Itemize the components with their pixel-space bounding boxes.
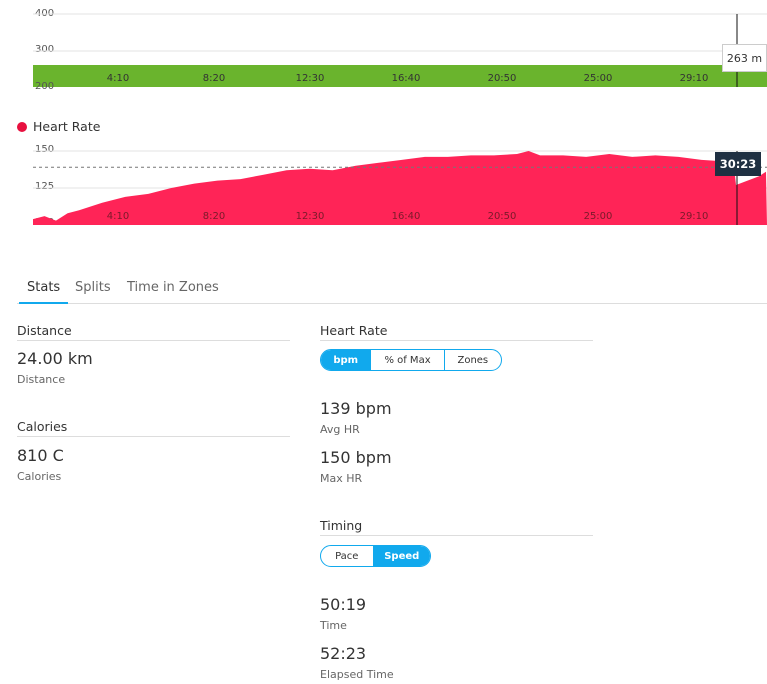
hr-unit-zones-button[interactable]: Zones xyxy=(445,350,501,370)
time-value: 50:19 xyxy=(320,595,367,614)
elevation-x-tick: 12:30 xyxy=(295,73,325,84)
avg-hr-value: 139 bpm xyxy=(320,399,392,418)
stats-tabs: Stats Splits Time in Zones xyxy=(17,272,767,304)
hr-unit-bpm-button[interactable]: bpm xyxy=(321,350,372,370)
tab-time-in-zones[interactable]: Time in Zones xyxy=(127,280,219,295)
hr-legend[interactable]: Heart Rate xyxy=(17,119,100,134)
hr-x-tick: 12:30 xyxy=(295,211,325,222)
hr-unit-toggle: bpm % of Max Zones xyxy=(320,349,502,371)
timing-speed-button[interactable]: Speed xyxy=(373,546,430,566)
elevation-plot[interactable] xyxy=(0,0,767,100)
hr-legend-label: Heart Rate xyxy=(33,119,101,134)
hr-cursor-time: 30:23 xyxy=(719,157,757,171)
max-hr-value: 150 bpm xyxy=(320,448,392,467)
avg-hr-label: Avg HR xyxy=(320,423,360,436)
elapsed-time-value: 52:23 xyxy=(320,644,367,663)
distance-label: Distance xyxy=(17,373,66,386)
hr-x-tick: 8:20 xyxy=(202,211,226,222)
hr-unit-percent-max-button[interactable]: % of Max xyxy=(371,350,445,370)
timing-pace-button[interactable]: Pace xyxy=(321,546,374,566)
elevation-x-tick: 20:50 xyxy=(487,73,517,84)
distance-value: 24.00 km xyxy=(17,349,93,368)
hr-x-tick: 4:10 xyxy=(106,211,130,222)
distance-section-title: Distance xyxy=(17,323,290,341)
hr-x-tick: 20:50 xyxy=(487,211,517,222)
elevation-x-tick: 25:00 xyxy=(583,73,613,84)
calories-section-title: Calories xyxy=(17,419,290,437)
time-label: Time xyxy=(320,619,347,632)
hr-x-tick: 16:40 xyxy=(391,211,421,222)
timing-section-title: Timing xyxy=(320,518,593,536)
hr-legend-dot xyxy=(17,121,27,132)
max-hr-label: Max HR xyxy=(320,472,363,485)
calories-label: Calories xyxy=(17,470,62,483)
elevation-cursor-value: 263 m xyxy=(726,51,763,65)
tab-stats[interactable]: Stats xyxy=(18,280,69,304)
elevation-chart: 400 300 200 4:10 8:20 12:30 16:40 20:50 … xyxy=(0,0,767,100)
tab-splits[interactable]: Splits xyxy=(75,280,111,295)
elevation-x-tick: 16:40 xyxy=(391,73,421,84)
heart-rate-section-title: Heart Rate xyxy=(320,323,593,341)
calories-value: 810 C xyxy=(17,446,64,465)
elevation-cursor-tooltip: 263 m xyxy=(722,44,767,72)
elevation-x-tick: 4:10 xyxy=(106,73,130,84)
elevation-x-tick: 29:10 xyxy=(679,73,709,84)
hr-x-tick: 25:00 xyxy=(583,211,613,222)
elapsed-time-label: Elapsed Time xyxy=(320,668,394,681)
hr-cursor-tooltip: 30:23 xyxy=(715,152,761,176)
elevation-x-tick: 8:20 xyxy=(202,73,226,84)
timing-mode-toggle: Pace Speed xyxy=(320,545,431,567)
elevation-y-tick: 200 xyxy=(35,81,55,92)
hr-x-tick: 29:10 xyxy=(679,211,709,222)
